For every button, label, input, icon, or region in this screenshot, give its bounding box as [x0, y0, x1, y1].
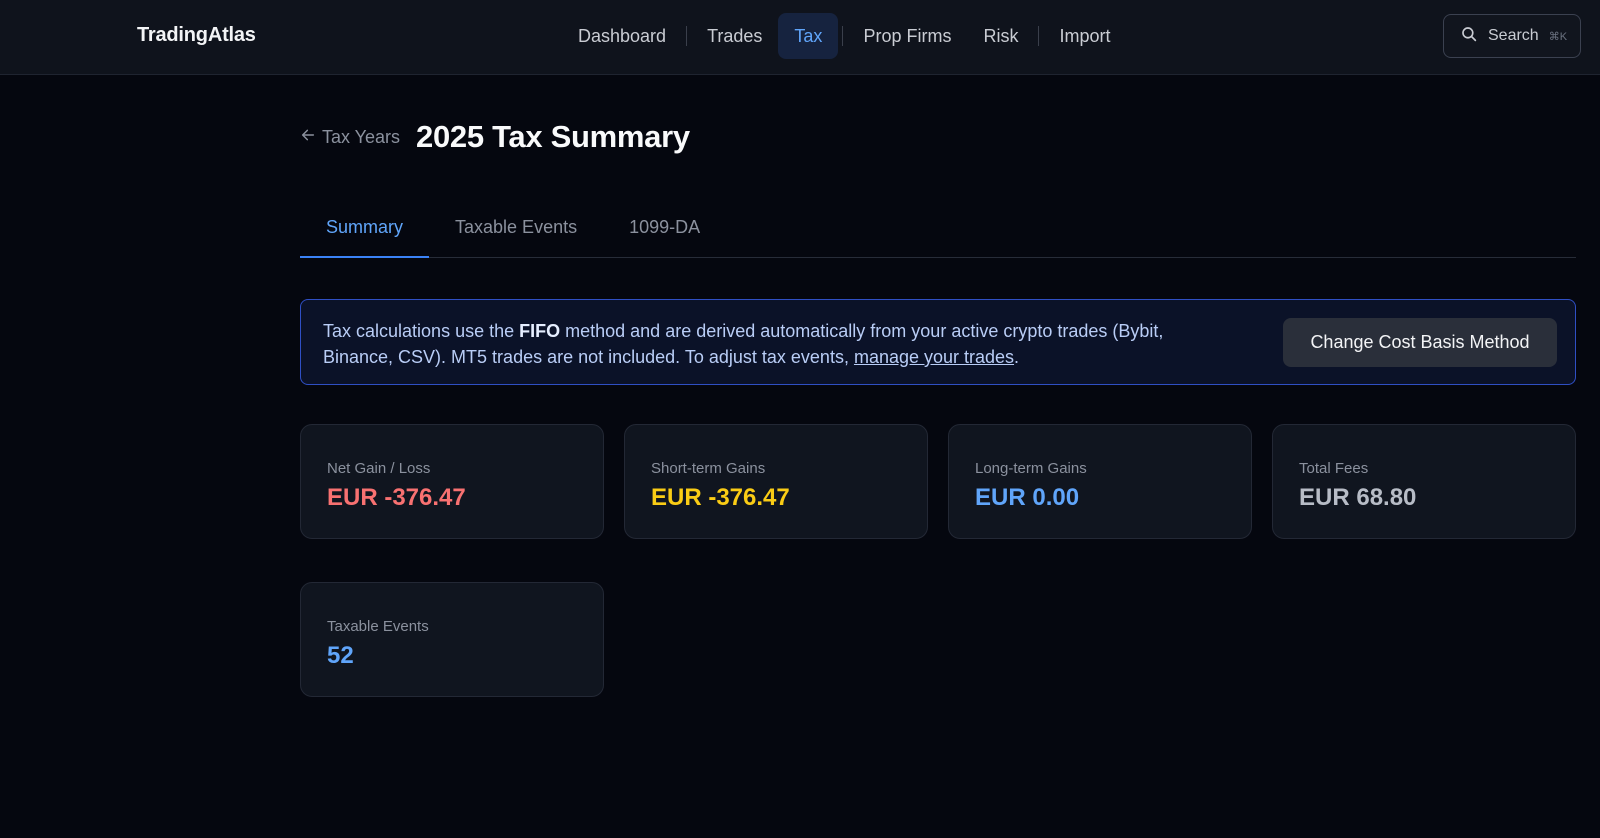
stat-label: Taxable Events — [327, 618, 429, 635]
main-nav: Dashboard Trades Tax Prop Firms Risk Imp… — [562, 13, 1126, 59]
tab-summary[interactable]: Summary — [300, 208, 430, 258]
stat-value: 52 — [327, 642, 354, 669]
arrow-left-icon — [300, 127, 322, 148]
cost-basis-method: FIFO — [519, 321, 561, 341]
nav-divider — [686, 26, 688, 46]
nav-item-dashboard[interactable]: Dashboard — [562, 13, 682, 59]
stat-value: EUR -376.47 — [327, 484, 466, 511]
stat-card-short-term-gains: Short-term Gains EUR -376.47 — [624, 424, 928, 539]
stat-value: EUR 68.80 — [1299, 484, 1417, 511]
tab-taxable-events[interactable]: Taxable Events — [429, 208, 603, 258]
top-navbar: TradingAtlas Dashboard Trades Tax Prop F… — [0, 0, 1600, 75]
back-link-label: Tax Years — [322, 127, 401, 147]
search-shortcut: ⌘K — [1548, 30, 1568, 43]
nav-item-tax[interactable]: Tax — [778, 13, 839, 59]
manage-trades-link[interactable]: manage your trades — [854, 347, 1014, 367]
stat-card-taxable-events: Taxable Events 52 — [300, 582, 604, 697]
search-icon — [1460, 25, 1488, 48]
stat-label: Short-term Gains — [651, 460, 766, 477]
banner-text-part: . — [1014, 347, 1020, 367]
nav-divider — [1038, 26, 1040, 46]
banner-text: Tax calculations use the FIFO method and… — [323, 318, 1223, 370]
change-cost-basis-method-button[interactable]: Change Cost Basis Method — [1283, 318, 1557, 367]
stat-value: EUR -376.47 — [651, 484, 790, 511]
stat-card-net-gain-loss: Net Gain / Loss EUR -376.47 — [300, 424, 604, 539]
stat-card-total-fees: Total Fees EUR 68.80 — [1272, 424, 1576, 539]
stat-value: EUR 0.00 — [975, 484, 1080, 511]
stat-card-long-term-gains: Long-term Gains EUR 0.00 — [948, 424, 1252, 539]
tab-bar: Summary Taxable Events 1099-DA — [300, 208, 1576, 258]
nav-item-import[interactable]: Import — [1043, 13, 1126, 59]
search-label: Search — [1488, 27, 1539, 44]
tab-1099-da[interactable]: 1099-DA — [603, 208, 726, 258]
brand-logo[interactable]: TradingAtlas — [137, 24, 256, 47]
stat-label: Net Gain / Loss — [327, 460, 431, 477]
search-button[interactable]: Search ⌘K — [1443, 14, 1581, 58]
nav-item-prop-firms[interactable]: Prop Firms — [847, 13, 967, 59]
nav-divider — [842, 26, 844, 46]
cost-basis-info-banner: Tax calculations use the FIFO method and… — [300, 299, 1576, 385]
nav-item-trades[interactable]: Trades — [691, 13, 778, 59]
back-to-tax-years-link[interactable]: Tax Years — [300, 127, 400, 148]
nav-item-risk[interactable]: Risk — [967, 13, 1034, 59]
banner-text-part: Tax calculations use the — [323, 321, 520, 341]
stat-label: Long-term Gains — [975, 460, 1087, 477]
stat-label: Total Fees — [1299, 460, 1369, 477]
page-title: 2025 Tax Summary — [416, 119, 690, 154]
